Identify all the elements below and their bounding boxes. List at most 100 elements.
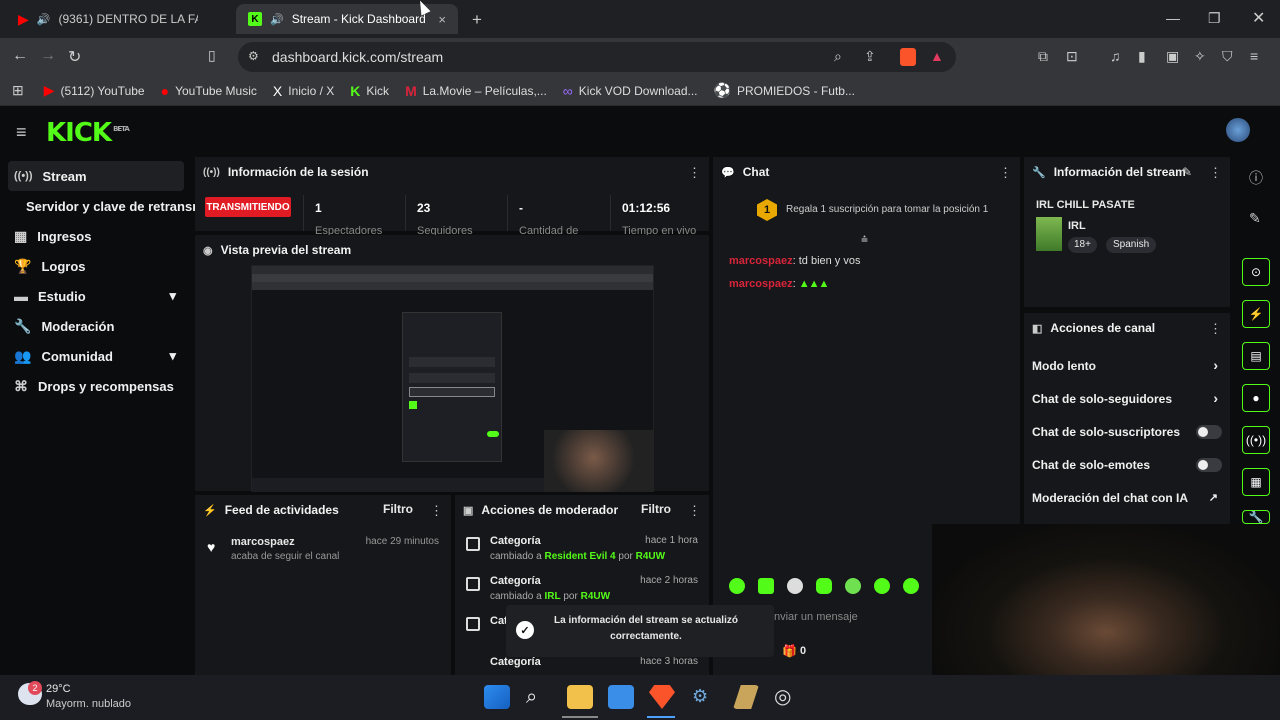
minimize-icon[interactable]: — <box>1166 10 1180 26</box>
more-options-icon[interactable]: ⋮ <box>999 165 1012 181</box>
bookmark-icon[interactable]: ▯ <box>208 47 216 64</box>
sidebar-toggle-icon[interactable]: ▮ <box>1138 48 1146 65</box>
gift-leaderboard-text[interactable]: Regala 1 suscripción para tomar la posic… <box>786 204 988 215</box>
extensions-icon[interactable]: ⧉ <box>1038 48 1048 65</box>
close-tab-icon[interactable]: × <box>438 12 446 27</box>
address-bar[interactable]: ⚙ dashboard.kick.com/stream ⌕ ⇪ ▲ <box>238 42 956 72</box>
mod-filter-button[interactable]: Filtro <box>641 502 671 516</box>
emote-icon[interactable] <box>903 578 919 594</box>
gift-icon[interactable]: 🎁 <box>782 644 797 658</box>
reload-icon[interactable]: ↻ <box>68 47 81 67</box>
external-link-icon[interactable]: ↗ <box>1209 491 1218 504</box>
sidebar-item-server-key[interactable]: Servidor y clave de retransm <box>20 191 204 221</box>
quick-action-layout[interactable]: ▦ <box>1242 468 1270 496</box>
sidebar-item-estudio[interactable]: ▬ Estudio ▾ <box>8 281 184 311</box>
apps-grid-icon[interactable]: ⊞ <box>12 82 24 99</box>
bookmark-youtube-music[interactable]: ● YouTube Music <box>161 83 257 99</box>
brave-shield-icon[interactable] <box>900 48 916 66</box>
ai-moderation-row[interactable]: Moderación del chat con IA ↗ <box>1032 491 1222 505</box>
mod-action-user[interactable]: R4UW <box>581 591 610 602</box>
more-options-icon[interactable]: ⋮ <box>430 503 443 519</box>
vpn-shield-icon[interactable]: ⛉ <box>1222 48 1233 65</box>
menu-icon[interactable]: ≡ <box>1250 48 1258 64</box>
emote-icon[interactable] <box>874 578 890 594</box>
kick-logo[interactable]: KICK BETA <box>46 118 130 148</box>
tab-youtube[interactable]: ▶ 🔊 (9361) DENTRO DE LA FAVELA M <box>6 4 228 34</box>
chevron-right-icon[interactable]: › <box>1213 390 1218 406</box>
quick-action-broadcast[interactable]: ((•)) <box>1242 426 1270 454</box>
more-options-icon[interactable]: ⋮ <box>1209 165 1222 181</box>
quick-action-notes[interactable]: ▤ <box>1242 342 1270 370</box>
chevron-down-icon[interactable]: ▾ <box>169 348 176 364</box>
emote-icon[interactable] <box>816 578 832 594</box>
quick-action-bolt[interactable]: ⚡ <box>1242 300 1270 328</box>
bookmark-promiedos[interactable]: ⚽ PROMIEDOS - Futb... <box>714 82 855 99</box>
feed-filter-button[interactable]: Filtro <box>383 502 413 516</box>
file-explorer-icon[interactable] <box>567 685 593 709</box>
chat-username[interactable]: marcospaez <box>729 255 793 267</box>
feed-user[interactable]: marcospaez <box>231 536 295 548</box>
zoom-icon[interactable]: ⌕ <box>834 48 842 65</box>
steam-icon[interactable]: ⚙ <box>692 686 708 707</box>
forward-icon[interactable]: → <box>40 47 56 65</box>
sidebar-item-comunidad[interactable]: 👥 Comunidad ▾ <box>8 341 184 371</box>
weather-temp[interactable]: 29°C <box>46 683 71 695</box>
chevron-down-icon[interactable]: ▾ <box>169 288 176 304</box>
notes-icon: ▤ <box>1250 349 1262 363</box>
emote-icon[interactable] <box>787 578 803 594</box>
slow-mode-row[interactable]: Modo lento › <box>1032 357 1222 373</box>
bookmark-kick-vod[interactable]: ∞ Kick VOD Download... <box>563 83 698 99</box>
hamburger-icon[interactable]: ≡ <box>16 122 27 143</box>
edit-icon[interactable]: ✎ <box>1182 165 1192 179</box>
subscribers-only-toggle[interactable] <box>1196 425 1222 439</box>
bookmark-lamovie[interactable]: M La.Movie – Películas,... <box>405 83 547 99</box>
share-icon[interactable]: ⇪ <box>864 48 876 65</box>
emote-icon[interactable] <box>729 578 745 594</box>
mod-action-prefix: cambiado a <box>490 591 542 602</box>
bookmark-youtube[interactable]: ▶ (5112) YouTube <box>44 82 145 99</box>
sidebar-item-ingresos[interactable]: ▦ Ingresos <box>8 221 184 251</box>
wallet-icon[interactable]: ▣ <box>1166 48 1179 65</box>
more-options-icon[interactable]: ⋮ <box>688 503 701 519</box>
site-info-icon[interactable]: ⚙ <box>248 49 259 63</box>
sidebar-item-logros[interactable]: 🏆 Logros <box>8 251 184 281</box>
brave-rewards-icon[interactable]: ▲ <box>930 48 944 64</box>
bookmarks-bar: ⊞ ▶ (5112) YouTube ● YouTube Music X Inicio… <box>0 76 1280 106</box>
sidebar-item-drops[interactable]: ⌘ Drops y recompensas <box>8 371 184 401</box>
emote-icon[interactable] <box>758 578 774 594</box>
mod-action-user[interactable]: R4UW <box>636 551 665 562</box>
chat-input[interactable]: nviar un mensaje <box>770 604 932 630</box>
weather-desc[interactable]: Mayorm. nublado <box>46 698 131 710</box>
store-icon[interactable] <box>608 685 634 709</box>
new-tab-button[interactable]: + <box>472 10 482 30</box>
quick-action-more[interactable]: 🔧 <box>1242 510 1270 524</box>
stream-preview-video[interactable] <box>251 265 654 492</box>
more-options-icon[interactable]: ⋮ <box>1209 321 1222 337</box>
quick-action-chat[interactable]: ● <box>1242 384 1270 412</box>
screenshot-icon[interactable]: ⊡ <box>1066 48 1078 65</box>
maximize-icon[interactable]: ❐ <box>1208 10 1221 27</box>
windows-start-icon[interactable] <box>484 685 510 709</box>
bookmark-kick[interactable]: K Kick <box>350 83 389 99</box>
music-icon[interactable]: ♫ <box>1110 48 1121 64</box>
emote-icon[interactable] <box>845 578 861 594</box>
back-icon[interactable]: ← <box>12 47 28 65</box>
obs-icon[interactable]: ◎ <box>774 684 791 709</box>
close-window-icon[interactable]: ✕ <box>1252 8 1265 28</box>
quick-action-obs[interactable]: ⊙ <box>1242 258 1270 286</box>
followers-only-row[interactable]: Chat de solo-seguidores › <box>1032 390 1222 406</box>
emotes-only-toggle[interactable] <box>1196 458 1222 472</box>
category-name[interactable]: IRL <box>1068 220 1086 232</box>
chat-username[interactable]: marcospaez <box>729 278 793 290</box>
leo-ai-icon[interactable]: ✧ <box>1194 48 1206 65</box>
more-options-icon[interactable]: ⋮ <box>688 165 701 181</box>
info-icon[interactable]: ⓘ <box>1249 168 1263 188</box>
sidebar-item-stream[interactable]: ((•)) Stream <box>8 161 184 191</box>
avatar[interactable] <box>1226 118 1250 142</box>
sidebar-item-moderacion[interactable]: 🔧 Moderación <box>8 311 184 341</box>
collapse-icon[interactable]: ⩮ <box>861 232 868 247</box>
search-icon[interactable]: ⌕ <box>526 686 537 709</box>
chevron-right-icon[interactable]: › <box>1213 357 1218 373</box>
bookmark-x[interactable]: X Inicio / X <box>273 83 334 99</box>
edit-icon[interactable]: ✎ <box>1249 210 1261 227</box>
